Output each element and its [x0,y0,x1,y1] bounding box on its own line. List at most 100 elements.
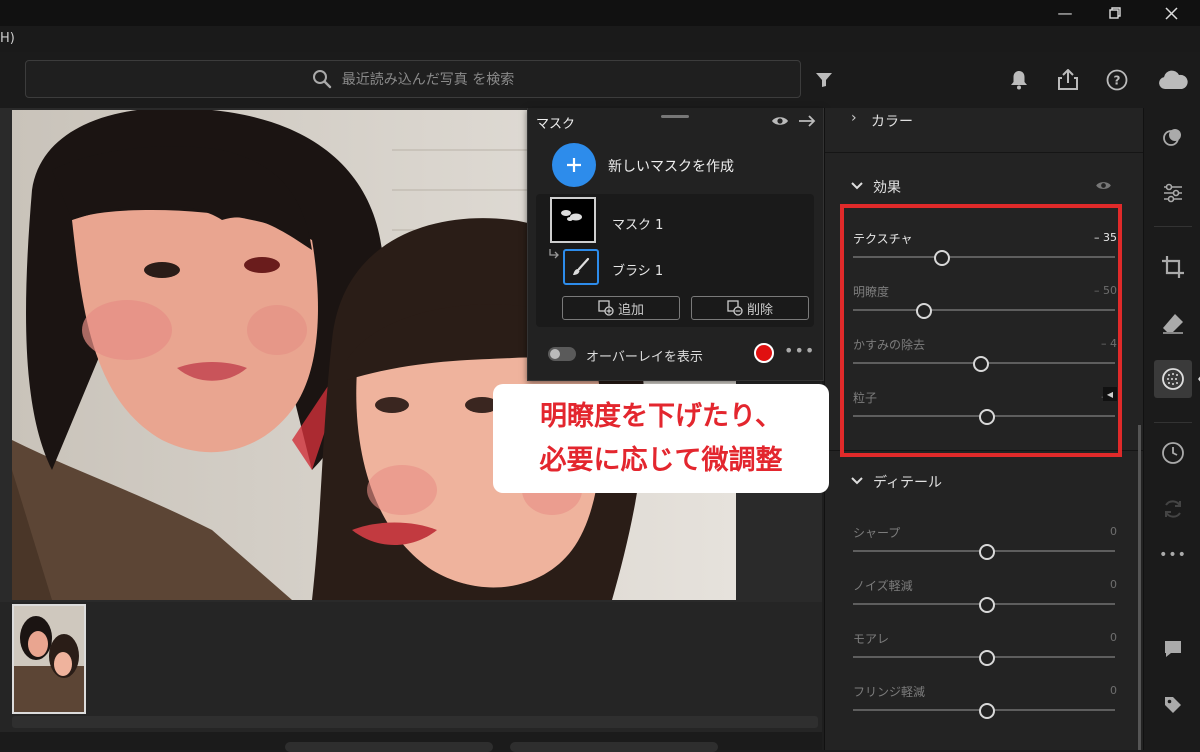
detail-slider-thumb[interactable] [978,650,995,666]
create-mask-label[interactable]: 新しいマスクを作成 [608,156,734,176]
tags-button[interactable] [1158,690,1188,720]
detail-value[interactable]: 0 [1110,525,1117,538]
more-options-icon[interactable]: ••• [784,341,815,360]
share-button[interactable] [1054,66,1082,94]
close-button[interactable] [1148,0,1194,26]
menu-bar: H) [0,26,1200,52]
color-section-title: カラー [871,114,913,130]
panel-scrollbar[interactable] [1138,425,1141,750]
callout-line-2: 必要に応じて微調整 [539,445,783,476]
filter-button[interactable] [810,66,838,94]
detail-value[interactable]: 0 [1110,578,1117,591]
chevron-down-icon[interactable] [851,181,863,191]
add-mask-icon [598,300,614,316]
cloud-icon [1159,70,1188,89]
detail-value[interactable]: 0 [1110,684,1117,697]
child-connector-icon [549,249,559,259]
title-bar: — [0,0,1200,26]
highlight-box [840,204,1122,457]
add-mask-button[interactable]: 追加 [562,296,680,320]
delete-mask-button[interactable]: 削除 [691,296,809,320]
detail-label: モアレ [853,632,890,646]
detail-slider-thumb[interactable] [978,703,995,719]
brush-icon [573,257,590,275]
mask-panel-title: マスク [536,117,576,132]
detail-slider-thumb[interactable] [978,544,995,560]
chevron-right-icon: › [851,110,857,126]
filter-icon [816,73,832,87]
mask-panel: マスク 新しいマスクを作成 マスク 1 ブラシ 1 追加 削除 オーバーレイを表… [527,108,824,381]
history-icon [1162,442,1184,464]
plus-icon [567,158,581,172]
arrow-right-icon[interactable] [798,114,816,128]
mask-name[interactable]: マスク 1 [612,214,663,233]
detail-value[interactable]: 0 [1110,631,1117,644]
overlay-toggle[interactable] [548,347,576,361]
presets-icon [1163,129,1181,146]
menu-help[interactable]: H) [0,31,15,46]
masking-button[interactable] [1154,360,1192,398]
toolbar: 最近読み込んだ写真 を検索 ? [0,52,1200,109]
detail-label: シャープ [853,526,901,540]
detail-section-title[interactable]: ディテール [873,472,942,492]
crop-icon [1162,256,1184,278]
more-icon: ••• [1159,547,1187,563]
bottom-toolbar [0,732,822,752]
comment-icon [1165,641,1181,657]
detail-label: ノイズ軽減 [853,579,913,593]
sliders-icon [1164,183,1182,203]
thumbnail-image [14,606,84,712]
help-icon: ? [1106,69,1128,91]
brush-name[interactable]: ブラシ 1 [612,260,663,279]
horizontal-scrollbar[interactable] [12,716,818,728]
mask-icon [1162,368,1184,390]
toggle-knob [550,349,560,359]
presets-button[interactable] [1158,122,1188,152]
search-placeholder: 最近読み込んだ写真 を検索 [341,72,515,88]
share-icon [1058,69,1078,90]
more-button[interactable]: ••• [1158,540,1188,570]
restore-icon [1109,7,1121,19]
view-toggle[interactable] [285,742,493,752]
close-icon [1164,6,1178,20]
mask-panel-header: マスク [528,108,823,134]
brush-thumbnail[interactable] [563,249,599,285]
eraser-icon [1163,314,1183,334]
eye-icon[interactable] [771,115,789,127]
mask-preview-icon [561,210,582,221]
mask-thumbnail[interactable] [550,197,596,243]
crop-button[interactable] [1158,252,1188,282]
adjust-button[interactable] [1158,178,1188,208]
sync-button[interactable] [1158,494,1188,524]
effects-section-title[interactable]: 効果 [873,177,901,197]
help-button[interactable]: ? [1103,66,1131,94]
comments-button[interactable] [1158,634,1188,664]
maximize-button[interactable] [1092,0,1138,26]
effects-eye-icon[interactable] [1095,180,1112,191]
add-label: 追加 [617,302,644,318]
tool-rail: ••• [1143,108,1200,750]
tag-icon [1165,697,1181,713]
search-icon [312,70,331,89]
search-input[interactable]: 最近読み込んだ写真 を検索 [25,60,801,98]
callout-line-1: 明瞭度を下げたり、 [540,401,782,432]
delete-label: 削除 [746,302,773,318]
healing-button[interactable] [1158,308,1188,338]
detail-chevron-down-icon[interactable] [851,476,863,486]
annotation-callout: 明瞭度を下げたり、 必要に応じて微調整 [493,384,829,493]
drag-handle[interactable] [661,115,689,118]
color-section[interactable]: › カラー [825,108,1143,153]
filmstrip-thumbnail[interactable] [12,604,86,714]
history-button[interactable] [1158,438,1188,468]
detail-slider-thumb[interactable] [978,597,995,613]
cloud-sync-button[interactable] [1155,66,1191,94]
svg-text:?: ? [1114,74,1121,88]
create-mask-button[interactable] [552,143,596,187]
minimize-button[interactable]: — [1042,0,1088,26]
zoom-control[interactable] [510,742,718,752]
overlay-color-swatch[interactable] [754,343,774,363]
overlay-label: オーバーレイを表示 [586,350,703,365]
detail-label: フリンジ軽減 [853,685,926,699]
notifications-button[interactable] [1005,66,1033,94]
delete-mask-icon [727,300,743,316]
